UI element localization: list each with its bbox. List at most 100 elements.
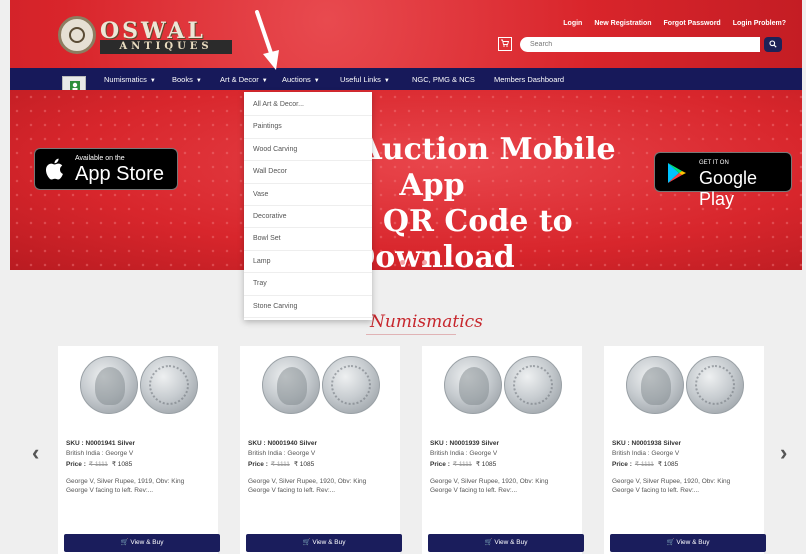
current-price: ₹ 1085: [475, 461, 497, 468]
product-subtitle: British India : George V: [66, 450, 134, 457]
dropdown-item-wall-decor[interactable]: Wall Decor: [244, 161, 372, 184]
dropdown-item-all-art-decor[interactable]: All Art & Decor...: [244, 94, 372, 117]
coin-obverse-image: [626, 356, 684, 414]
product-sku: SKU : N0001938: [612, 440, 662, 447]
search-button[interactable]: [764, 37, 782, 52]
annotation-arrow-icon: [255, 10, 279, 70]
carousel-next-icon[interactable]: ›: [780, 440, 787, 466]
account-links: Login New Registration Forgot Password L…: [563, 20, 786, 27]
price-label: Price :: [248, 461, 268, 468]
logo-subtitle: ANTIQUES: [100, 40, 232, 54]
product-subtitle: British India : George V: [248, 450, 316, 457]
coin-reverse-image: [322, 356, 380, 414]
cart-icon: 🛒: [120, 539, 129, 546]
product-description: George V, Silver Rupee, 1920, Obv: King: [430, 478, 549, 485]
carousel-prev-icon[interactable]: ‹: [32, 440, 39, 466]
google-play-icon: [668, 163, 686, 183]
coin-reverse-image: [504, 356, 562, 414]
login-link[interactable]: Login: [563, 20, 582, 27]
product-subtitle: British India : George V: [430, 450, 498, 457]
dropdown-item-bowl-set[interactable]: Bowl Set: [244, 228, 372, 251]
login-problem-link[interactable]: Login Problem?: [733, 20, 786, 27]
product-sku: SKU : N0001939: [430, 440, 480, 447]
nav-item-ngc-pmg-ncs[interactable]: NGC, PMG & NCS: [412, 75, 494, 84]
product-metal: Silver: [299, 440, 318, 447]
view-buy-button[interactable]: 🛒 View & Buy: [64, 534, 220, 552]
search-bar: [520, 37, 784, 52]
hero-banner[interactable]: Oswal Auction Mobile App Scan QR Code to…: [10, 90, 802, 270]
dropdown-item-paintings[interactable]: Paintings: [244, 116, 372, 139]
old-price: ₹ 1111: [88, 461, 108, 468]
slider-dot[interactable]: [422, 260, 427, 265]
coin-obverse-image: [262, 356, 320, 414]
nav-item-auctions[interactable]: Auctions ▼: [282, 75, 340, 84]
view-buy-button[interactable]: 🛒 View & Buy: [246, 534, 402, 552]
old-price: ₹ 1111: [634, 461, 654, 468]
product-description: George V, Silver Rupee, 1920, Obv: King: [248, 478, 367, 485]
dropdown-item-decorative[interactable]: Decorative: [244, 206, 372, 229]
product-card[interactable]: SKU : N0001939 Silver British India : Ge…: [422, 346, 584, 554]
product-description: George V, Silver Rupee, 1920, Obv: King: [612, 478, 731, 485]
coin-obverse-image: [80, 356, 138, 414]
nav-menu: Numismatics ▼ Books ▼ Art & Decor ▼ Auction…: [104, 68, 584, 90]
section-divider: [366, 334, 456, 335]
product-image[interactable]: [604, 346, 764, 430]
product-metal: Silver: [117, 440, 136, 447]
dropdown-item-lamp[interactable]: Lamp: [244, 251, 372, 274]
product-subtitle: British India : George V: [612, 450, 680, 457]
dropdown-item-vase[interactable]: Vase: [244, 184, 372, 206]
coin-reverse-image: [686, 356, 744, 414]
section-title: Numismatics: [370, 312, 483, 332]
nav-item-books[interactable]: Books ▼: [172, 75, 220, 84]
forgot-password-link[interactable]: Forgot Password: [664, 20, 721, 27]
nav-item-art-decor[interactable]: Art & Decor ▼: [220, 75, 282, 84]
old-price: ₹ 1111: [452, 461, 472, 468]
view-buy-button[interactable]: 🛒 View & Buy: [610, 534, 766, 552]
old-price: ₹ 1111: [270, 461, 290, 468]
current-price: ₹ 1085: [293, 461, 315, 468]
dropdown-item-tray[interactable]: Tray: [244, 273, 372, 296]
logo-emblem-icon: [58, 16, 96, 54]
product-metal: Silver: [481, 440, 500, 447]
search-input[interactable]: [520, 37, 760, 52]
product-image[interactable]: [422, 346, 582, 430]
new-registration-link[interactable]: New Registration: [594, 20, 651, 27]
nav-item-numismatics[interactable]: Numismatics ▼: [104, 75, 172, 84]
cart-icon: 🛒: [484, 539, 493, 546]
product-card[interactable]: SKU : N0001938 Silver British India : Ge…: [604, 346, 766, 554]
app-store-button[interactable]: Available on the App Store: [34, 148, 178, 190]
product-image[interactable]: [240, 346, 400, 430]
google-play-button[interactable]: GET IT ON Google Play: [654, 152, 792, 209]
product-sku: SKU : N0001940: [248, 440, 298, 447]
slider-indicator: [400, 260, 427, 265]
coin-reverse-image: [140, 356, 198, 414]
product-sku: SKU : N0001941: [66, 440, 116, 447]
dropdown-item-wood-carving[interactable]: Wood Carving: [244, 139, 372, 162]
price-label: Price :: [66, 461, 86, 468]
price-label: Price :: [430, 461, 450, 468]
product-metal: Silver: [663, 440, 682, 447]
product-description: George V, Silver Rupee, 1919, Obv: King: [66, 478, 185, 485]
product-card[interactable]: SKU : N0001941 Silver British India : Ge…: [58, 346, 220, 554]
nav-item-members-dashboard[interactable]: Members Dashboard: [494, 75, 584, 84]
current-price: ₹ 1085: [657, 461, 679, 468]
site-logo[interactable]: OSWAL ANTIQUES: [58, 16, 236, 58]
page: OSWAL ANTIQUES Login New Registration Fo…: [0, 0, 806, 554]
cart-icon: 🛒: [666, 539, 675, 546]
coin-obverse-image: [444, 356, 502, 414]
slider-dot[interactable]: [400, 260, 405, 265]
current-price: ₹ 1085: [111, 461, 133, 468]
site-header: OSWAL ANTIQUES Login New Registration Fo…: [10, 0, 802, 68]
price-label: Price :: [612, 461, 632, 468]
product-card[interactable]: SKU : N0001940 Silver British India : Ge…: [240, 346, 402, 554]
art-decor-dropdown: All Art & Decor... Paintings Wood Carvin…: [244, 92, 372, 320]
cart-icon: 🛒: [302, 539, 311, 546]
slider-dot-active[interactable]: [411, 260, 416, 265]
dropdown-item-stone-carving[interactable]: Stone Carving: [244, 296, 372, 318]
apple-icon: [45, 158, 63, 180]
cart-icon[interactable]: [498, 37, 512, 51]
main-nav: Numismatics ▼ Books ▼ Art & Decor ▼ Auction…: [10, 68, 802, 100]
product-image[interactable]: [58, 346, 218, 430]
view-buy-button[interactable]: 🛒 View & Buy: [428, 534, 584, 552]
nav-item-useful-links[interactable]: Useful Links ▼: [340, 75, 412, 84]
